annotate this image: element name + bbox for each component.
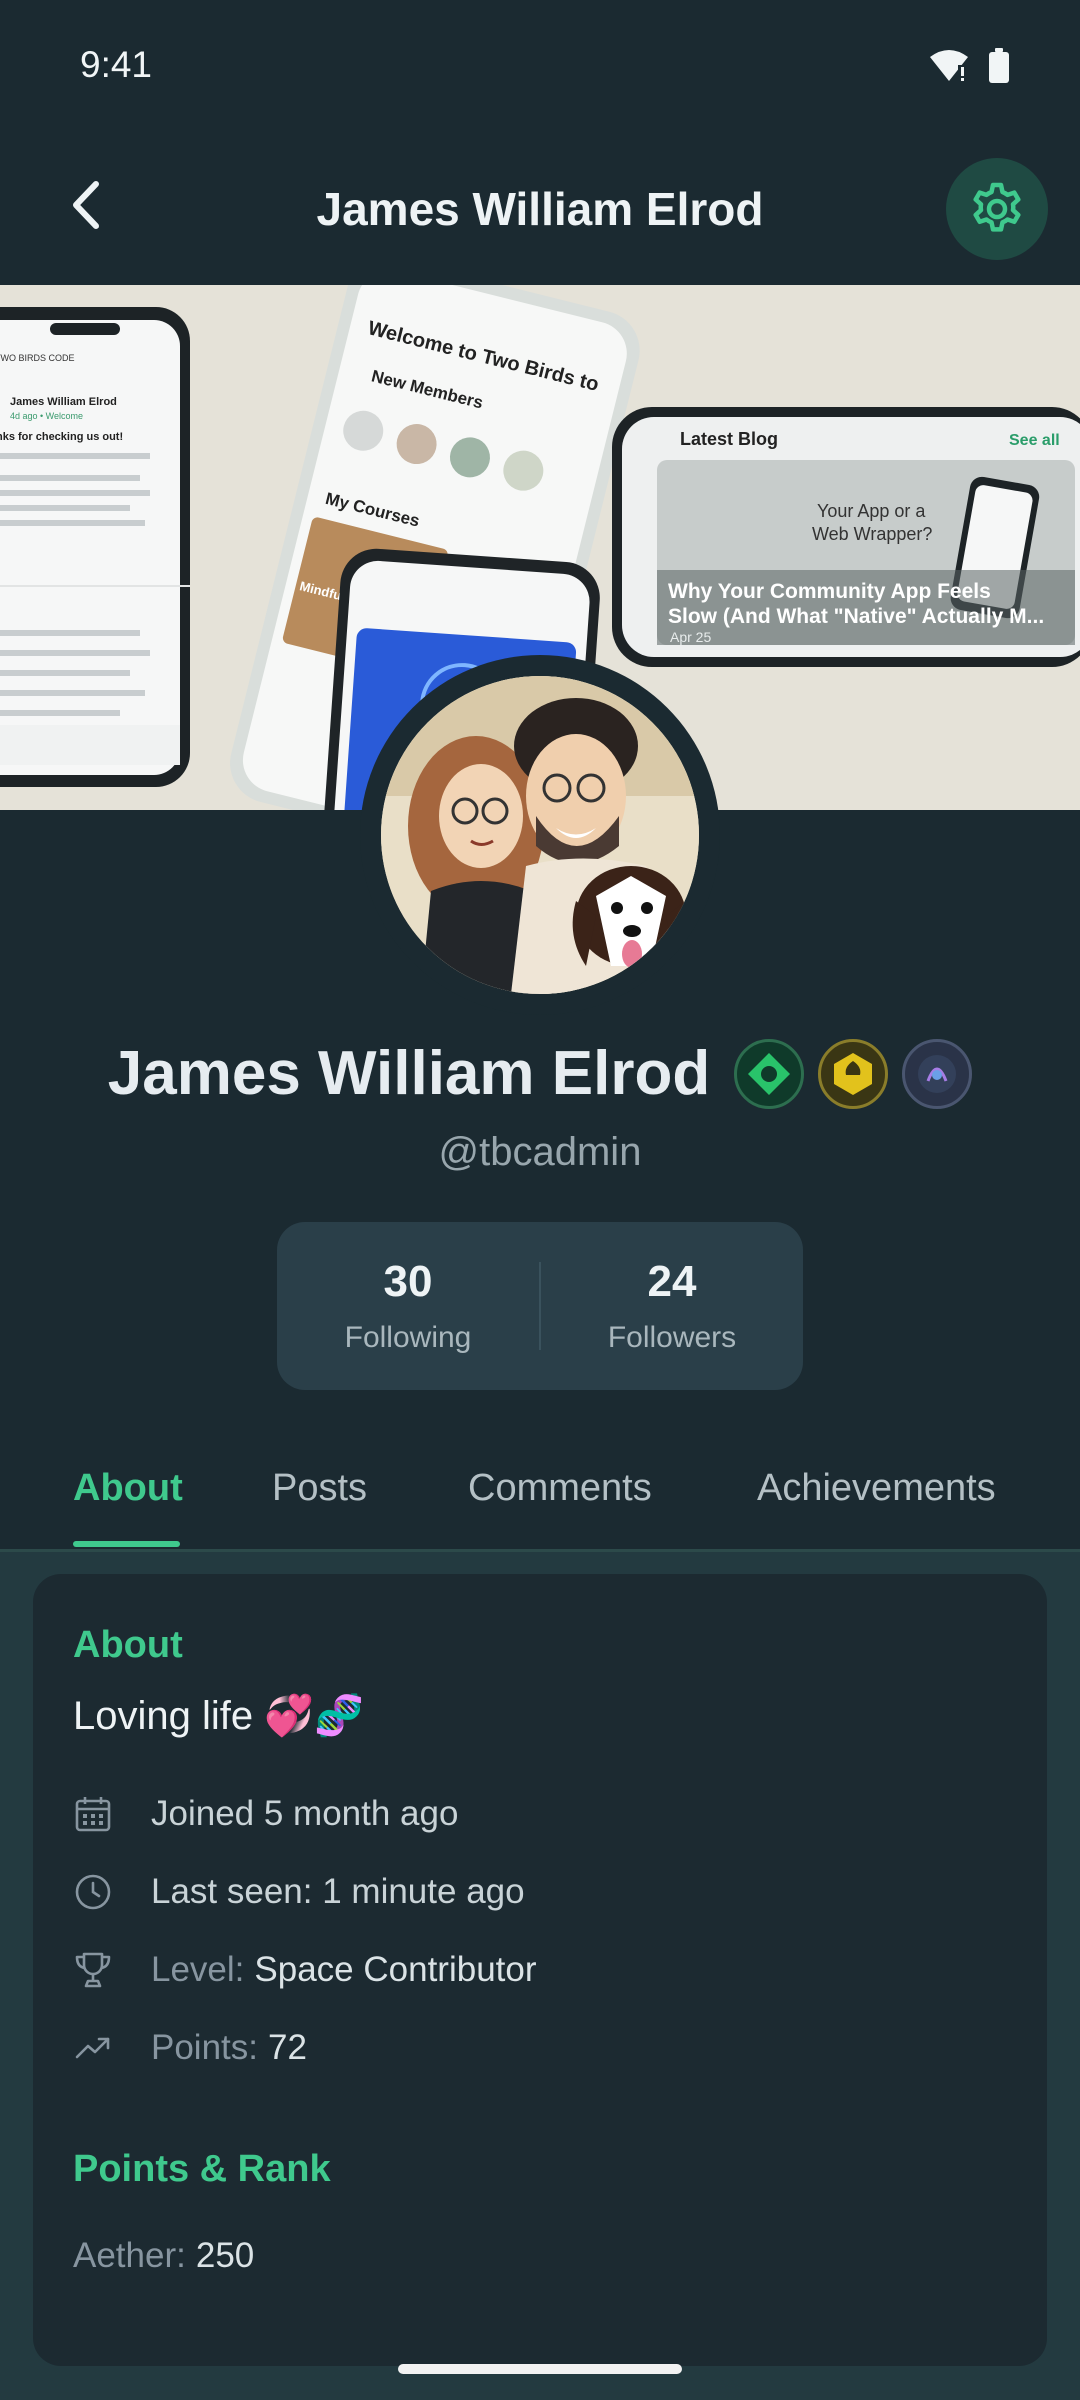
points-value: 72 <box>268 2028 307 2067</box>
svg-text:James William Elrod: James William Elrod <box>10 396 117 408</box>
settings-button[interactable] <box>946 158 1048 260</box>
tab-achievements[interactable]: Achievements <box>757 1467 996 1510</box>
following-stat[interactable]: 30 Following <box>277 1222 539 1390</box>
level-label: Level: <box>151 1950 245 1989</box>
svg-text:See all: See all <box>1009 432 1060 449</box>
follow-stats: 30 Following 24 Followers <box>277 1222 803 1390</box>
svg-text:nks for checking us out!: nks for checking us out! <box>0 431 123 443</box>
status-bar: 9:41 <box>0 0 1080 135</box>
gear-icon <box>973 182 1021 232</box>
profile-name: James William Elrod <box>107 1039 711 1108</box>
followers-label: Followers <box>607 1321 737 1354</box>
aether-value: 250 <box>195 2236 255 2275</box>
purple-rune-badge-icon[interactable] <box>902 1038 973 1109</box>
svg-text:Your App or a: Your App or a <box>817 501 926 521</box>
trending-up-icon <box>73 2028 113 2068</box>
avatar-image <box>381 676 699 994</box>
followers-stat[interactable]: 24 Followers <box>541 1222 803 1390</box>
status-icons <box>928 48 1010 84</box>
profile-handle: @tbcadmin <box>438 1130 642 1174</box>
green-diamond-badge-icon[interactable] <box>734 1038 805 1109</box>
profile-tabs: About Posts Comments Achievements <box>0 1445 1080 1552</box>
trophy-icon <box>73 1950 113 1990</box>
last-seen-text: Last seen: 1 minute ago <box>151 1872 525 1911</box>
svg-text:Slow (And What "Native" Actual: Slow (And What "Native" Actually M... <box>668 605 1044 628</box>
wifi-icon <box>930 50 968 81</box>
home-indicator[interactable] <box>398 2364 682 2374</box>
level-value: Space Contributor <box>254 1950 537 1989</box>
banner-phone-left: TWO BIRDS CODE James William Elrod 4d ag… <box>0 307 190 787</box>
clock-icon <box>73 1872 113 1912</box>
last-seen-row: Last seen: 1 minute ago <box>73 1872 525 1912</box>
svg-text:TWO BIRDS CODE: TWO BIRDS CODE <box>0 353 75 363</box>
svg-text:Latest Blog: Latest Blog <box>680 429 778 449</box>
followers-count: 24 <box>647 1257 697 1306</box>
svg-text:Apr 25: Apr 25 <box>670 629 711 645</box>
following-label: Following <box>344 1321 472 1354</box>
svg-text:Web Wrapper?: Web Wrapper? <box>812 524 932 544</box>
tab-comments[interactable]: Comments <box>468 1467 652 1510</box>
joined-text: Joined 5 month ago <box>151 1794 459 1833</box>
aether-row: Aether: 250 <box>73 2236 254 2276</box>
bio-text: Loving life 💞🧬 <box>73 1694 364 1738</box>
joined-row: Joined 5 month ago <box>73 1794 458 1834</box>
battery-icon <box>989 48 1009 83</box>
points-row: Points: 72 <box>73 2028 307 2068</box>
status-time: 9:41 <box>80 44 153 85</box>
points-label: Points: <box>151 2028 258 2067</box>
tree-badge-icon[interactable] <box>818 1038 889 1109</box>
app-bar: James William Elrod <box>0 140 1080 280</box>
about-card: About Loving life 💞🧬 Joined 5 month ago … <box>33 1574 1047 2366</box>
svg-text:4d ago • Welcome: 4d ago • Welcome <box>10 411 83 421</box>
profile-name-row: James William Elrod <box>0 1038 1080 1109</box>
calendar-icon <box>73 1794 113 1834</box>
level-row: Level: Space Contributor <box>73 1950 537 1990</box>
aether-label: Aether: <box>73 2236 186 2275</box>
following-count: 30 <box>383 1257 433 1306</box>
tab-about[interactable]: About <box>73 1467 183 1510</box>
points-rank-title: Points & Rank <box>73 2148 331 2190</box>
app-bar-title: James William Elrod <box>316 183 764 235</box>
profile-avatar[interactable] <box>360 655 720 1015</box>
svg-text:Why Your Community App Feels: Why Your Community App Feels <box>668 580 991 603</box>
active-tab-indicator <box>73 1541 180 1547</box>
tab-posts[interactable]: Posts <box>272 1467 367 1510</box>
about-section-title: About <box>73 1624 183 1666</box>
banner-phone-right: Latest Blog See all Your App or a Web Wr… <box>612 407 1080 667</box>
